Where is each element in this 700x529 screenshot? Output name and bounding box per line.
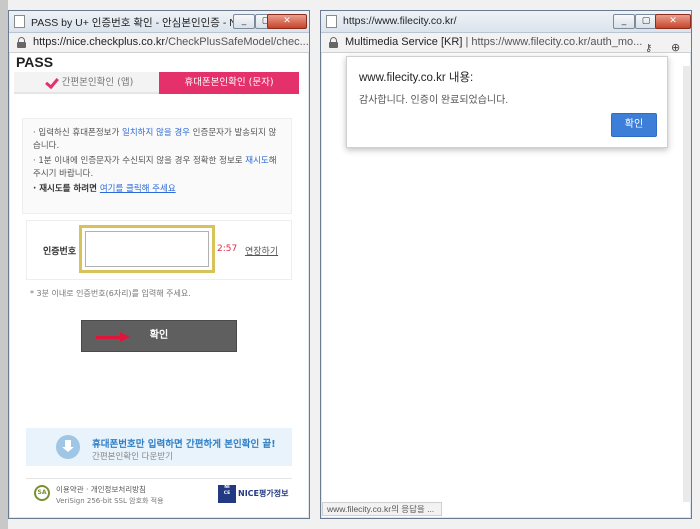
key-icon[interactable]: ⚷ [645, 43, 652, 54]
minimize-icon[interactable]: _ [233, 14, 255, 29]
auth-code-label: 인증번호 [43, 247, 77, 257]
zoom-icon[interactable]: ⊕ [671, 41, 680, 54]
auth-code-box: 인증번호 2:57 연장하기 [26, 220, 292, 280]
scrollbar[interactable] [683, 66, 691, 502]
background-strip [0, 0, 8, 529]
maximize-icon[interactable]: ▢ [635, 14, 657, 29]
auth-tabs: 간편본인확인 (앱) 휴대폰본인확인 (문자) [14, 72, 299, 94]
ssl-seal-icon: SA [34, 485, 50, 501]
page-icon [14, 15, 25, 28]
notice-highlight: 재시도 [245, 156, 269, 166]
window-title: https://www.filecity.co.kr/ [343, 15, 457, 27]
address-bar[interactable]: https://nice.checkplus.co.kr/CheckPlusSa… [9, 33, 309, 53]
alert-dialog: www.filecity.co.kr 내용: 감사합니다. 인증이 완료되었습니… [346, 56, 668, 148]
url-path: /CheckPlusSafeModel/chec... [165, 36, 309, 48]
dialog-ok-button[interactable]: 확인 [611, 113, 657, 137]
notice-text: · 1분 이내에 인증문자가 수신되지 않을 경우 정확한 정보로 [33, 156, 246, 166]
input-hint: * 3분 이내로 인증번호(6자리)를 입력해 주세요. [30, 289, 191, 298]
page-icon [326, 15, 337, 28]
nice-brand-text: NICE평가정보 [238, 489, 289, 498]
title-bar[interactable]: https://www.filecity.co.kr/ _ ▢ ✕ [321, 11, 691, 33]
close-icon[interactable]: ✕ [655, 14, 691, 29]
lock-icon [17, 37, 26, 48]
url-host: https://nice.checkplus.co.kr [33, 36, 166, 48]
notice-highlight: 일치하지 않을 경우 [122, 128, 190, 138]
minimize-icon[interactable]: _ [613, 14, 635, 29]
notice-strong: · 재시도를 하려면 [33, 184, 100, 194]
tab-phone-sms[interactable]: 휴대폰본인확인 (문자) [159, 72, 299, 94]
pass-logo: PASS [16, 54, 54, 70]
ssl-text: VeriSign 256-bit SSL 암호화 적용 [56, 497, 164, 505]
auth-code-input[interactable] [85, 231, 209, 267]
promo-title: 휴대폰번호만 입력하면 간편하게 본인확인 끝! [92, 439, 276, 450]
url-path: https://www.filecity.co.kr/auth_mo... [471, 36, 643, 48]
close-icon[interactable]: ✕ [267, 14, 307, 29]
address-bar[interactable]: Multimedia Service [KR] | https://www.fi… [321, 33, 691, 53]
footer: SA 이용약관 · 개인정보처리방침 VeriSign 256-bit SSL … [26, 478, 292, 508]
promo-download-link[interactable]: 간편본인확인 다운받기 [92, 450, 173, 462]
tab-simple-auth[interactable]: 간편본인확인 (앱) [14, 72, 159, 94]
highlight-frame [79, 225, 215, 273]
url-org: Multimedia Service [KR] [345, 36, 463, 48]
status-bar: www.filecity.co.kr의 응답을 ... [322, 502, 442, 516]
notice-box: · 입력하신 휴대폰정보가 일치하지 않을 경우 인증문자가 발송되지 않습니다… [22, 118, 292, 214]
download-icon [56, 435, 80, 459]
title-bar[interactable]: PASS by U+ 인증번호 확인 - 안심본인인증 - NICE... _ … [9, 11, 309, 33]
tab-label: 휴대폰본인확인 (문자) [184, 77, 274, 88]
extend-link[interactable]: 연장하기 [245, 244, 278, 257]
notice-text: · 입력하신 휴대폰정보가 [33, 128, 123, 138]
terms-links[interactable]: 이용약관 · 개인정보처리방침 [56, 484, 146, 495]
dialog-message: 감사합니다. 인증이 완료되었습니다. [359, 95, 509, 106]
countdown-timer: 2:57 [217, 244, 238, 254]
lock-icon [329, 37, 338, 48]
retry-link[interactable]: 여기를 클릭해 주세요 [100, 184, 176, 194]
arrow-right-icon [96, 332, 130, 342]
promo-banner[interactable]: 휴대폰번호만 입력하면 간편하게 본인확인 끝! 간편본인확인 다운받기 [26, 428, 292, 466]
nice-logo-icon: NI CE [218, 485, 236, 503]
dialog-title: www.filecity.co.kr 내용: [359, 72, 474, 84]
window-title: PASS by U+ 인증번호 확인 - 안심본인인증 - NICE... [31, 17, 236, 29]
url-separator: | [465, 36, 469, 48]
